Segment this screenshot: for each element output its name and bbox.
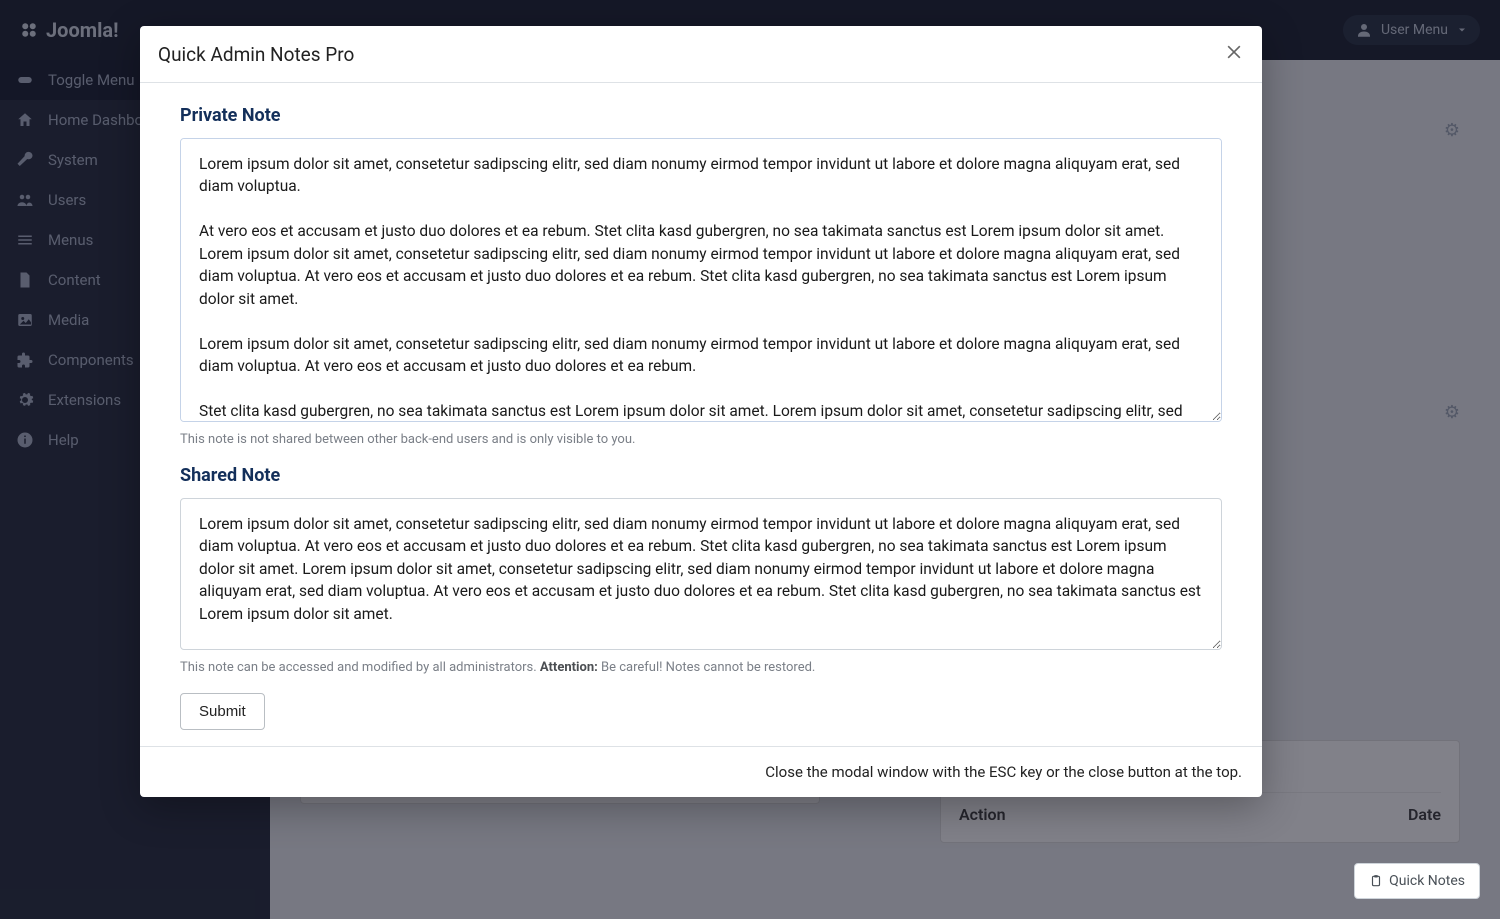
shared-helper-suffix: Be careful! Notes cannot be restored.	[598, 660, 816, 675]
clipboard-icon	[1369, 874, 1383, 888]
shared-note-label: Shared Note	[180, 465, 1222, 486]
private-note-helper: This note is not shared between other ba…	[180, 432, 1222, 447]
private-note-textarea[interactable]	[180, 138, 1222, 422]
close-button[interactable]	[1224, 42, 1244, 66]
quick-notes-button[interactable]: Quick Notes	[1354, 863, 1480, 899]
modal-header: Quick Admin Notes Pro	[140, 26, 1262, 83]
private-note-label: Private Note	[180, 105, 1222, 126]
close-icon	[1224, 42, 1244, 62]
shared-helper-prefix: This note can be accessed and modified b…	[180, 660, 540, 675]
submit-button[interactable]: Submit	[180, 693, 265, 730]
shared-note-helper: This note can be accessed and modified b…	[180, 660, 1222, 675]
shared-helper-strong: Attention:	[540, 660, 598, 675]
modal-footer: Close the modal window with the ESC key …	[140, 746, 1262, 797]
modal-body: Private Note This note is not shared bet…	[140, 83, 1262, 746]
quick-notes-label: Quick Notes	[1389, 873, 1465, 889]
quick-admin-notes-modal: Quick Admin Notes Pro Private Note This …	[140, 26, 1262, 797]
shared-note-textarea[interactable]	[180, 498, 1222, 650]
modal-title: Quick Admin Notes Pro	[158, 43, 354, 66]
